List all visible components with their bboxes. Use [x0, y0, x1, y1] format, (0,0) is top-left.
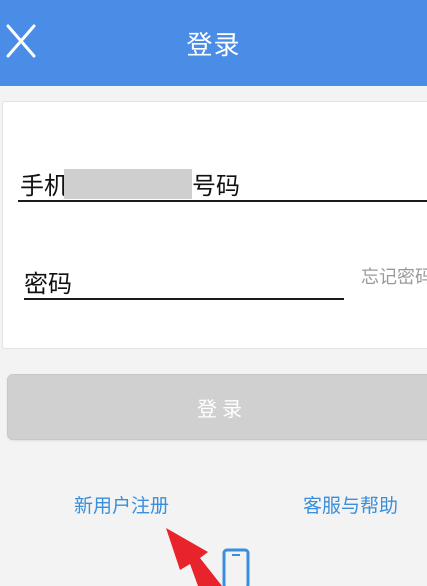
login-button[interactable]: 登录: [7, 374, 427, 440]
register-link[interactable]: 新用户注册: [74, 491, 169, 518]
phone-number-input[interactable]: 手机 号码: [18, 160, 427, 202]
forgot-password-link[interactable]: 忘记密码: [361, 263, 427, 289]
mobile-phone-icon[interactable]: [222, 548, 250, 586]
password-input[interactable]: 密码: [24, 258, 344, 300]
page-title: 登录: [186, 30, 241, 61]
app-header: 登录: [0, 0, 427, 86]
phone-input-underline: [18, 200, 427, 202]
password-input-underline: [24, 298, 344, 300]
login-form-card: [2, 101, 427, 349]
redaction-mask: [64, 169, 192, 199]
customer-service-help-link[interactable]: 客服与帮助: [303, 491, 398, 518]
password-placeholder: 密码: [24, 270, 72, 298]
